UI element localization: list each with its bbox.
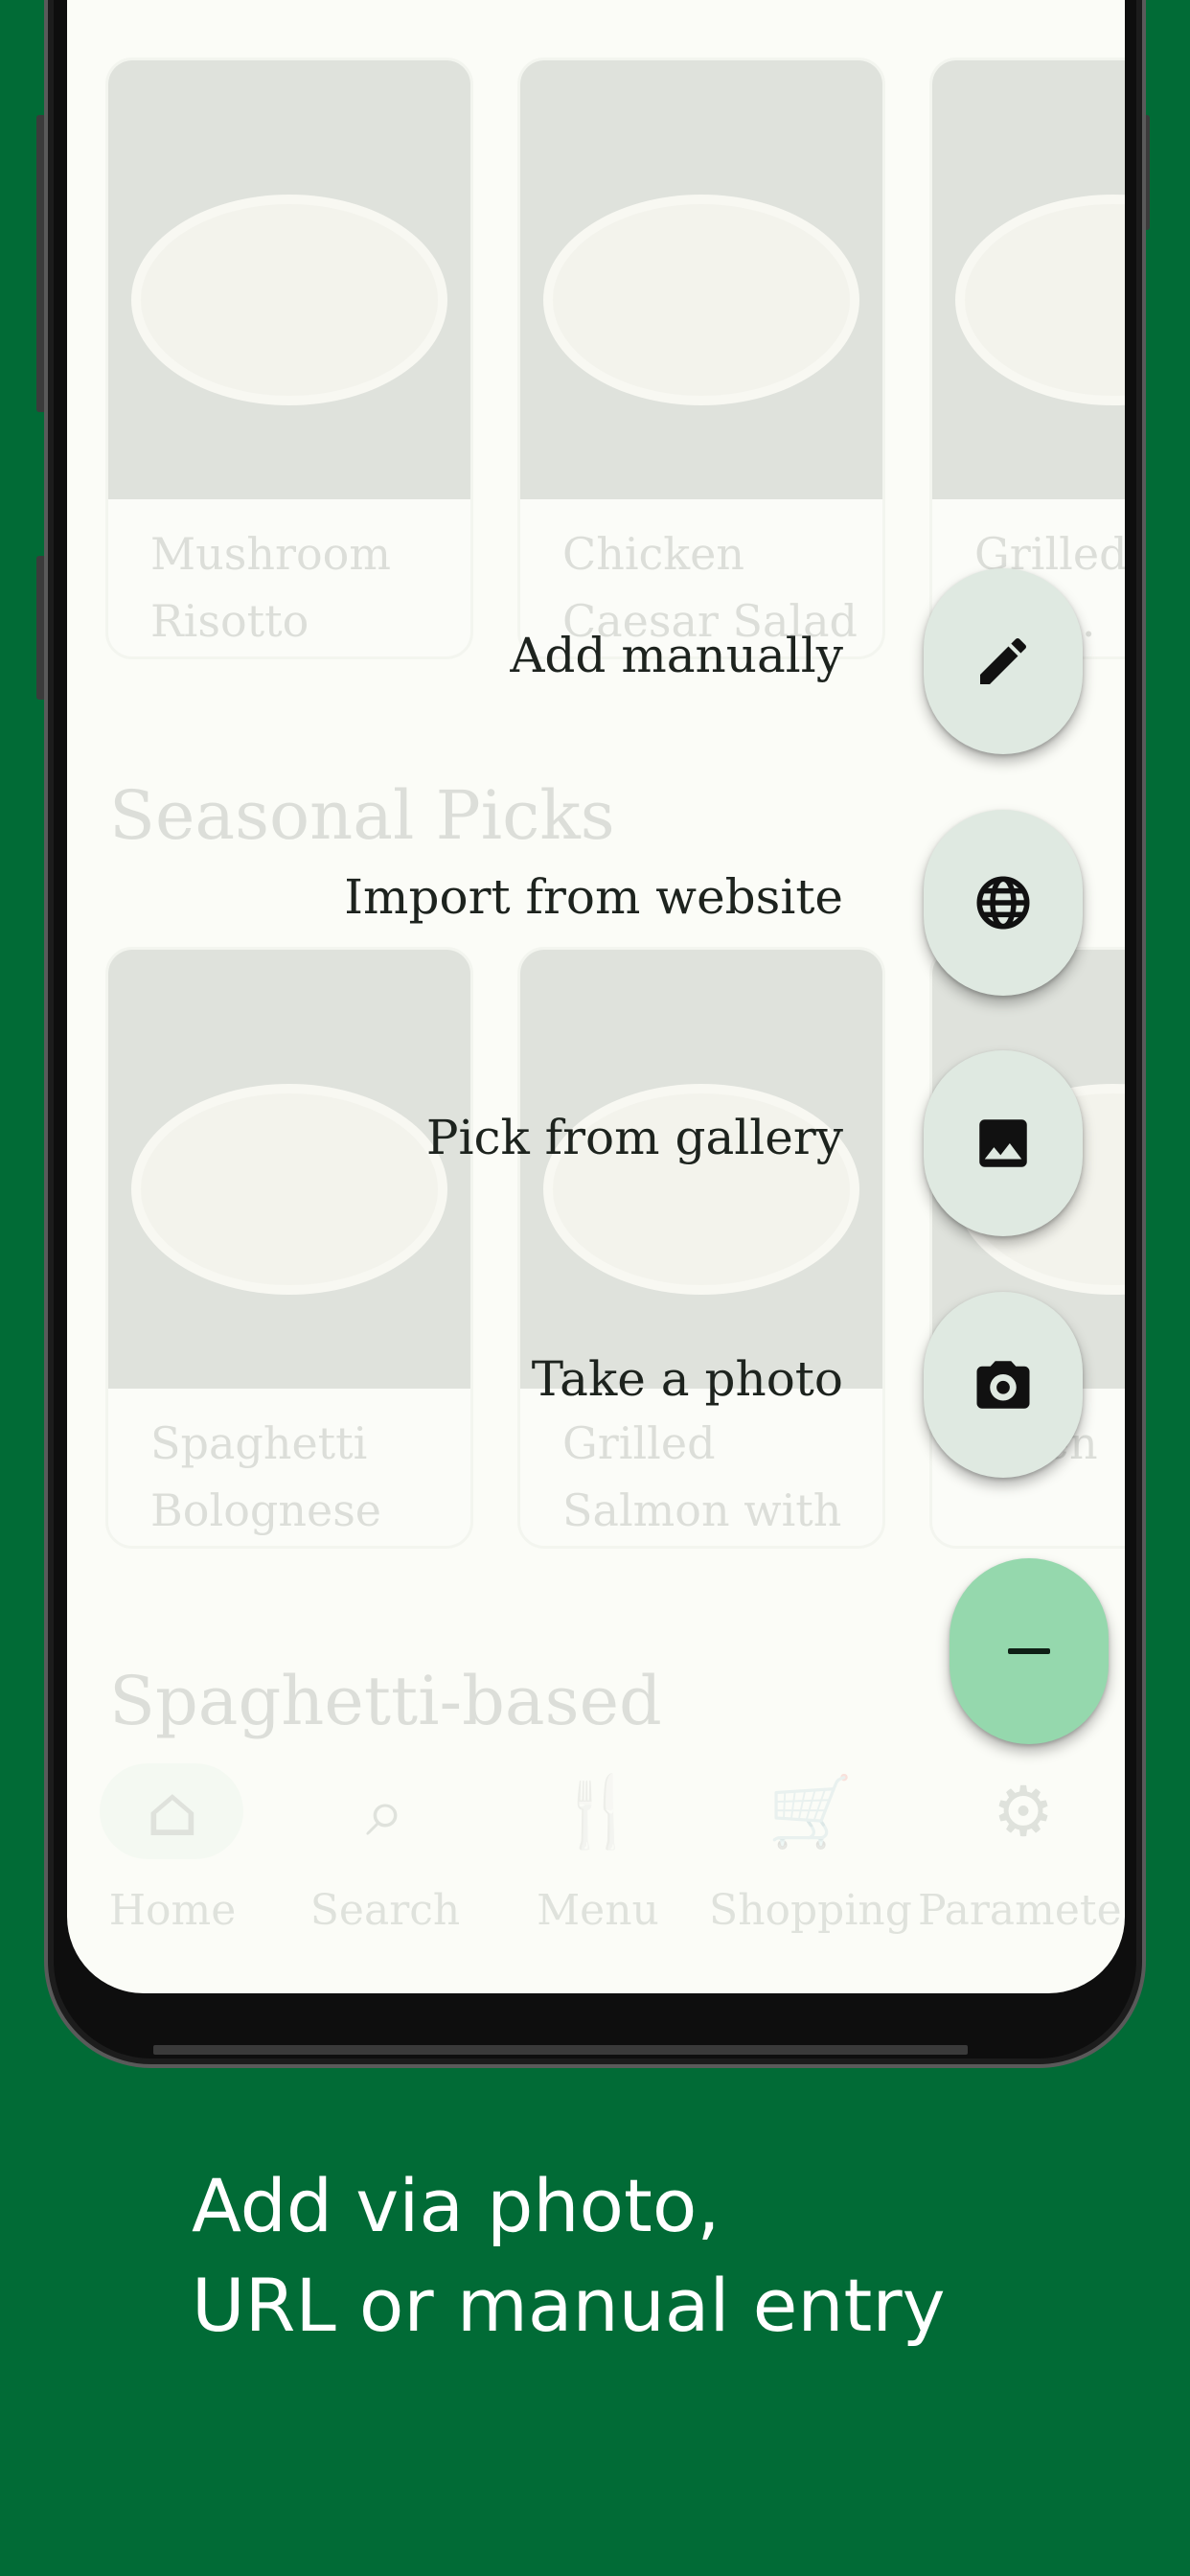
recipe-card[interactable]: Mushroom Risotto bbox=[105, 58, 473, 659]
recipe-title: Spaghetti Bolognese bbox=[150, 1417, 382, 1536]
take-photo-button[interactable] bbox=[924, 1292, 1083, 1478]
image-icon bbox=[979, 1119, 1027, 1167]
camera-icon bbox=[976, 1361, 1030, 1409]
gear-icon: ⚙ bbox=[992, 1771, 1055, 1852]
bottom-navigation: ⌂ Home ⌕ Search 🍴 Menu 🛒 Shopping ⚙ Para… bbox=[67, 1763, 1125, 1955]
add-manually-label[interactable]: Add manually bbox=[510, 628, 843, 683]
nav-item-menu[interactable]: 🍴 Menu bbox=[492, 1763, 703, 1935]
recipe-image bbox=[520, 60, 882, 499]
promo-caption: Add via photo, URL or manual entry bbox=[192, 2156, 1111, 2356]
phone-bottom-edge bbox=[153, 2045, 968, 2055]
caption-line: URL or manual entry bbox=[192, 2263, 946, 2348]
utensils-icon: 🍴 bbox=[555, 1771, 641, 1852]
pencil-icon bbox=[980, 637, 1027, 684]
minus-icon bbox=[1008, 1648, 1050, 1654]
section-title: Spaghetti-based bbox=[109, 1662, 662, 1740]
recipe-card[interactable]: Spaghetti Bolognese bbox=[105, 947, 473, 1549]
nav-item-home[interactable]: ⌂ Home bbox=[67, 1763, 278, 1935]
home-icon: ⌂ bbox=[146, 1771, 199, 1852]
section-title: Seasonal Picks bbox=[109, 776, 615, 855]
recipe-title: Grilled Salmon with Broccoli bbox=[562, 1417, 842, 1536]
nav-item-search[interactable]: ⌕ Search bbox=[280, 1763, 491, 1935]
globe-icon bbox=[976, 876, 1030, 930]
recipe-image bbox=[520, 950, 882, 1389]
pick-gallery-label[interactable]: Pick from gallery bbox=[426, 1110, 843, 1165]
take-photo-label[interactable]: Take a photo bbox=[532, 1351, 843, 1407]
recipe-image bbox=[108, 950, 470, 1389]
search-icon: ⌕ bbox=[365, 1771, 405, 1852]
recipe-card[interactable]: Chicken Caesar Salad bbox=[517, 58, 885, 659]
nav-label: Home bbox=[108, 1886, 237, 1935]
nav-label: Paramete... bbox=[918, 1886, 1125, 1935]
nav-label: Menu bbox=[537, 1886, 659, 1935]
add-manually-button[interactable] bbox=[924, 568, 1083, 754]
nav-label: Shopping bbox=[709, 1886, 912, 1935]
caption-line: Add via photo, bbox=[192, 2163, 721, 2248]
nav-item-settings[interactable]: ⚙ Paramete... bbox=[918, 1763, 1125, 1935]
recipe-card[interactable]: Grilled S... Bro... bbox=[929, 58, 1125, 659]
import-website-button[interactable] bbox=[924, 810, 1083, 996]
close-speed-dial-button[interactable] bbox=[950, 1558, 1109, 1744]
cart-icon: 🛒 bbox=[767, 1771, 854, 1852]
recipe-title: Mushroom Risotto bbox=[150, 528, 391, 647]
nav-label: Search bbox=[309, 1886, 461, 1935]
recipe-card[interactable]: Grilled Salmon with Broccoli bbox=[517, 947, 885, 1549]
pick-gallery-button[interactable] bbox=[924, 1050, 1083, 1236]
recipe-image bbox=[932, 60, 1125, 499]
recipe-image bbox=[108, 60, 470, 499]
import-website-label[interactable]: Import from website bbox=[344, 869, 843, 925]
nav-item-shopping[interactable]: 🛒 Shopping bbox=[705, 1763, 916, 1935]
